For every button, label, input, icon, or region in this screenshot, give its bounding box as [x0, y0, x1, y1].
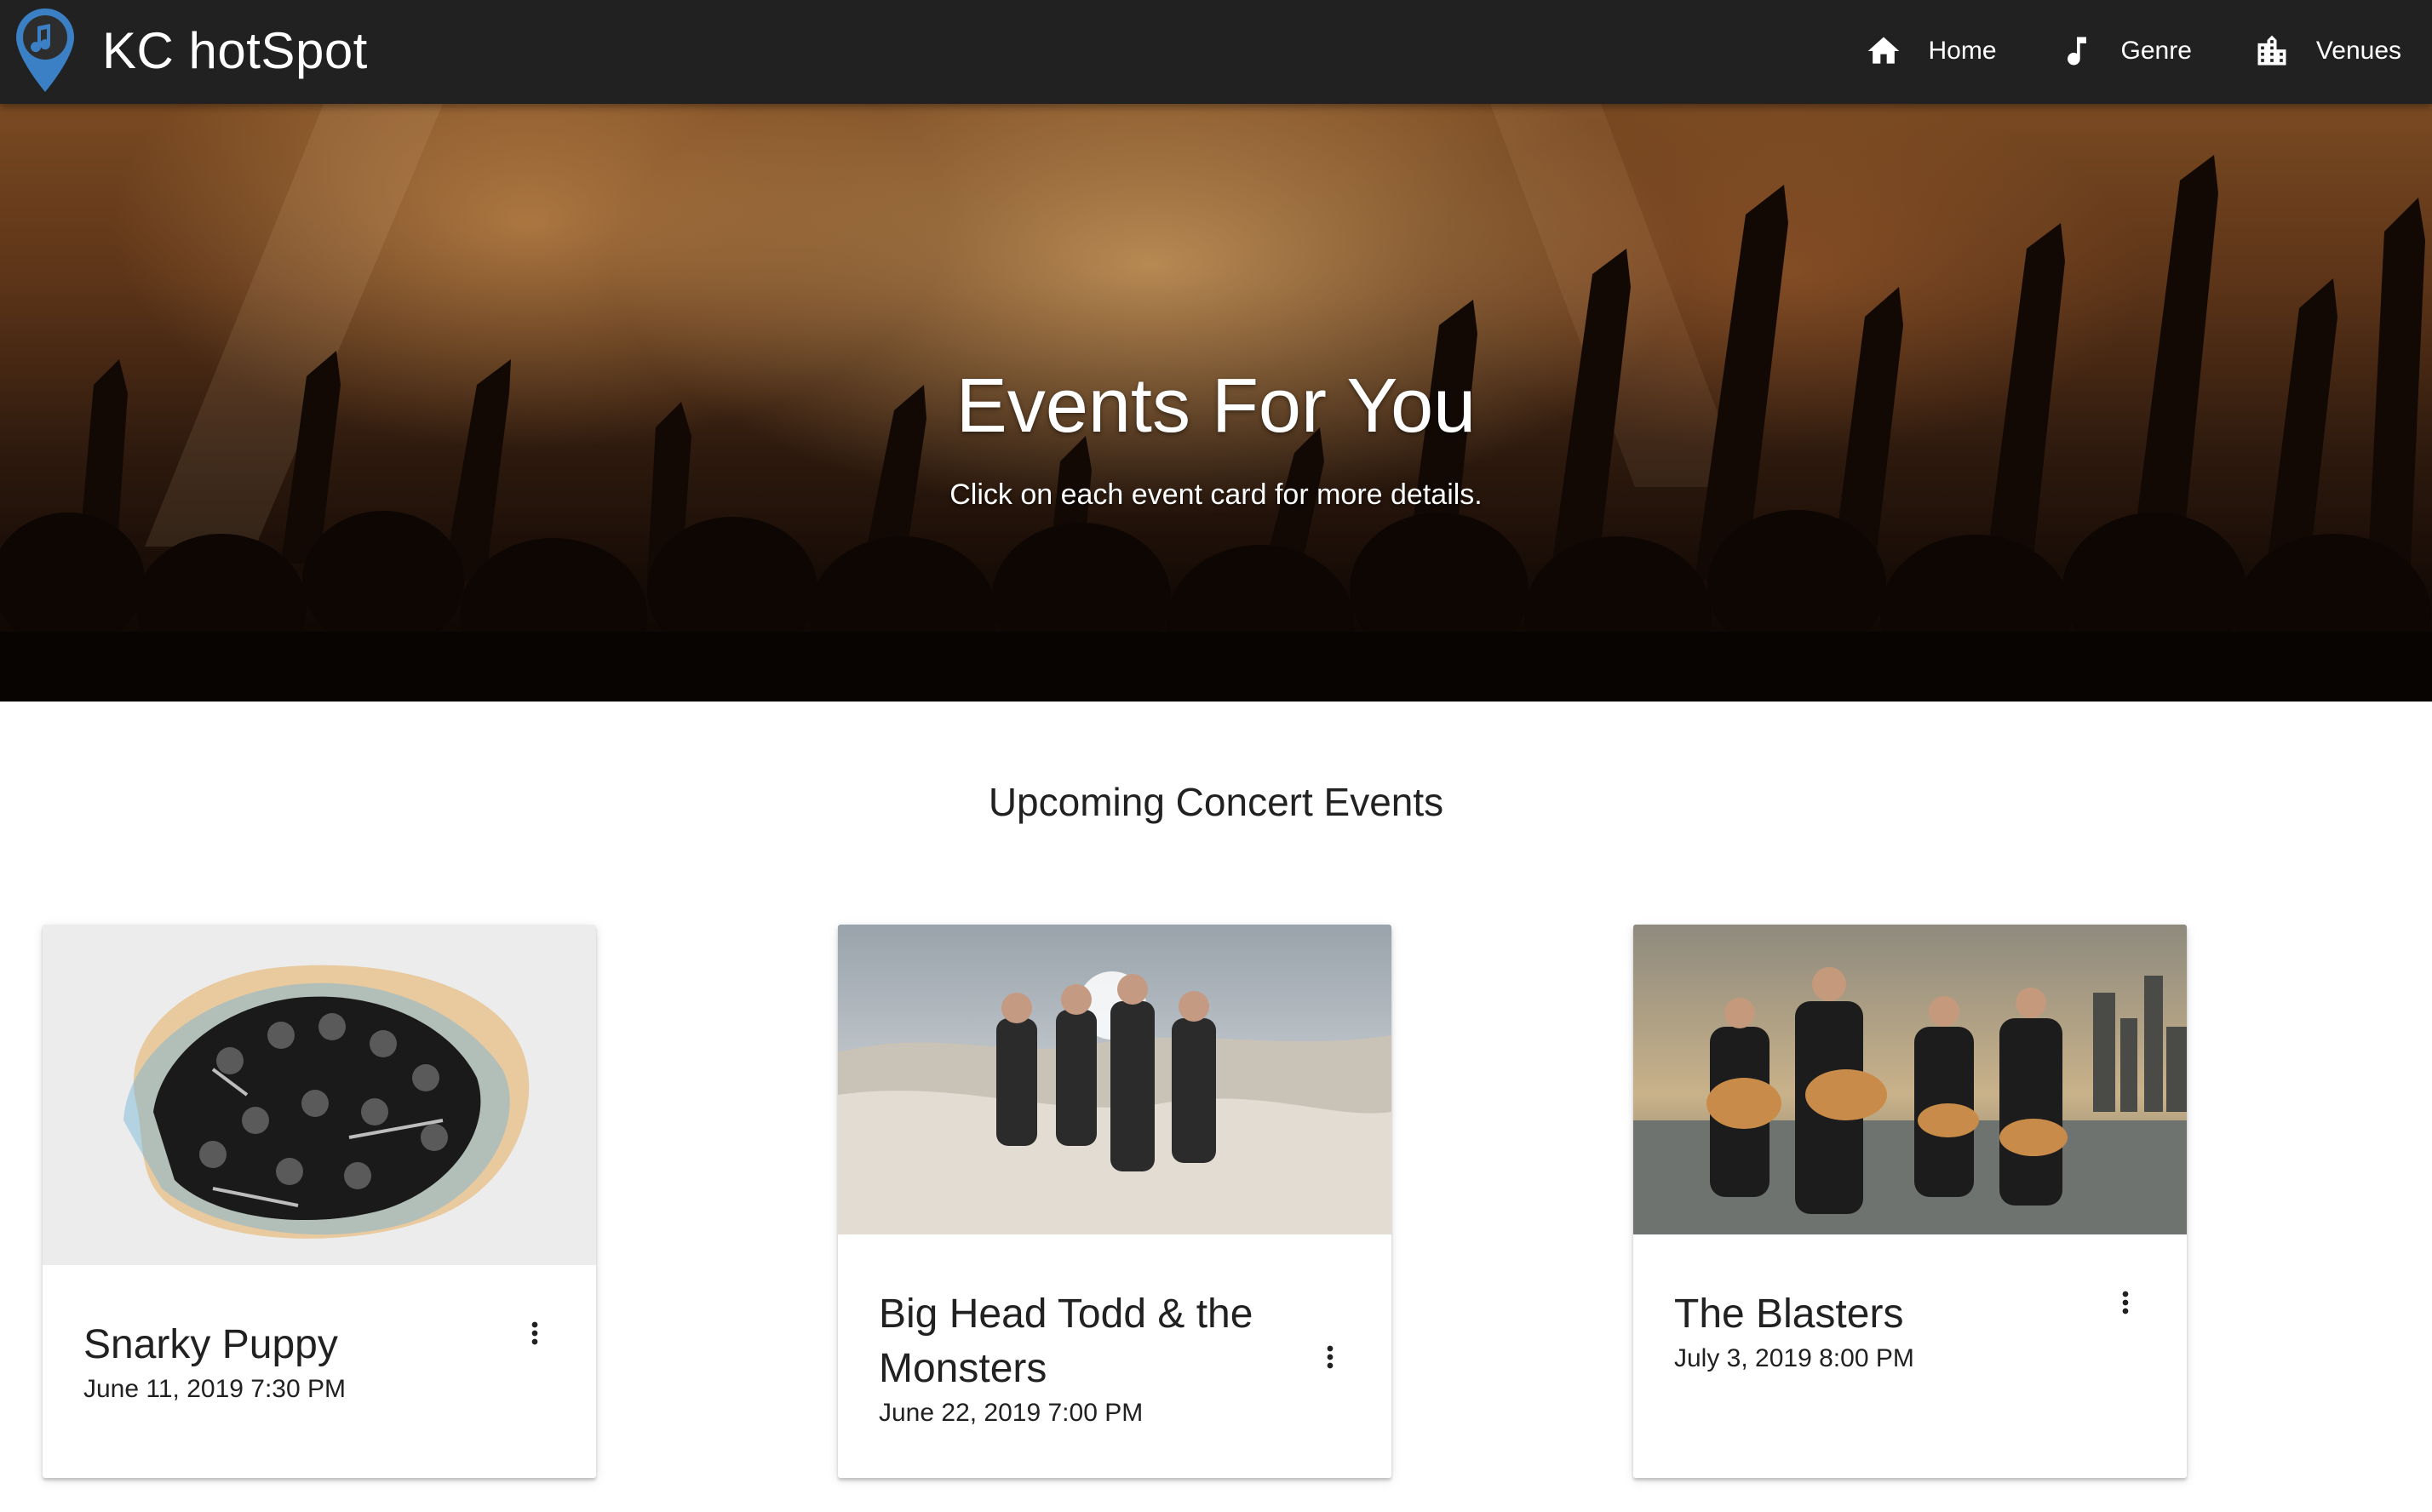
top-app-bar: KC hotSpot Home Genre Venues — [0, 0, 2432, 104]
event-image — [43, 925, 596, 1265]
main-nav: Home Genre Venues — [1851, 24, 2415, 78]
hero-subtitle: Click on each event card for more detail… — [949, 478, 1483, 511]
event-card[interactable]: Snarky Puppy June 11, 2019 7:30 PM — [43, 925, 596, 1478]
nav-item-venues[interactable]: Venues — [2240, 24, 2415, 78]
hero-banner: Events For You Click on each event card … — [0, 104, 2432, 702]
map-pin-logo-icon[interactable] — [14, 7, 77, 95]
event-date: June 11, 2019 7:30 PM — [83, 1375, 346, 1403]
nav-item-home[interactable]: Home — [1851, 24, 2010, 78]
hero-title: Events For You — [955, 364, 1477, 449]
brand-title[interactable]: KC hotSpot — [102, 19, 368, 83]
event-card[interactable]: The Blasters July 3, 2019 8:00 PM — [1633, 925, 2187, 1478]
more-vert-icon[interactable] — [514, 1313, 555, 1354]
event-date: July 3, 2019 8:00 PM — [1674, 1344, 1914, 1372]
nav-item-label: Genre — [2120, 37, 2192, 65]
home-icon — [1865, 32, 1902, 70]
event-image — [1633, 925, 2187, 1234]
nav-item-label: Home — [1928, 37, 1997, 65]
section-title: Upcoming Concert Events — [988, 780, 1444, 824]
event-title: The Blasters — [1674, 1292, 1904, 1337]
event-date: June 22, 2019 7:00 PM — [879, 1399, 1144, 1427]
event-title: Big Head Todd & the Monsters — [879, 1292, 1253, 1391]
nav-item-genre[interactable]: Genre — [2045, 24, 2205, 78]
city-building-icon — [2253, 32, 2291, 70]
music-note-icon — [2058, 32, 2096, 70]
more-vert-icon[interactable] — [1310, 1337, 1351, 1377]
event-image — [838, 925, 1391, 1234]
event-card[interactable]: Big Head Todd & the Monsters June 22, 20… — [838, 925, 1391, 1478]
event-title: Snarky Puppy — [83, 1322, 338, 1367]
more-vert-icon[interactable] — [2105, 1282, 2146, 1323]
nav-item-label: Venues — [2315, 37, 2401, 65]
